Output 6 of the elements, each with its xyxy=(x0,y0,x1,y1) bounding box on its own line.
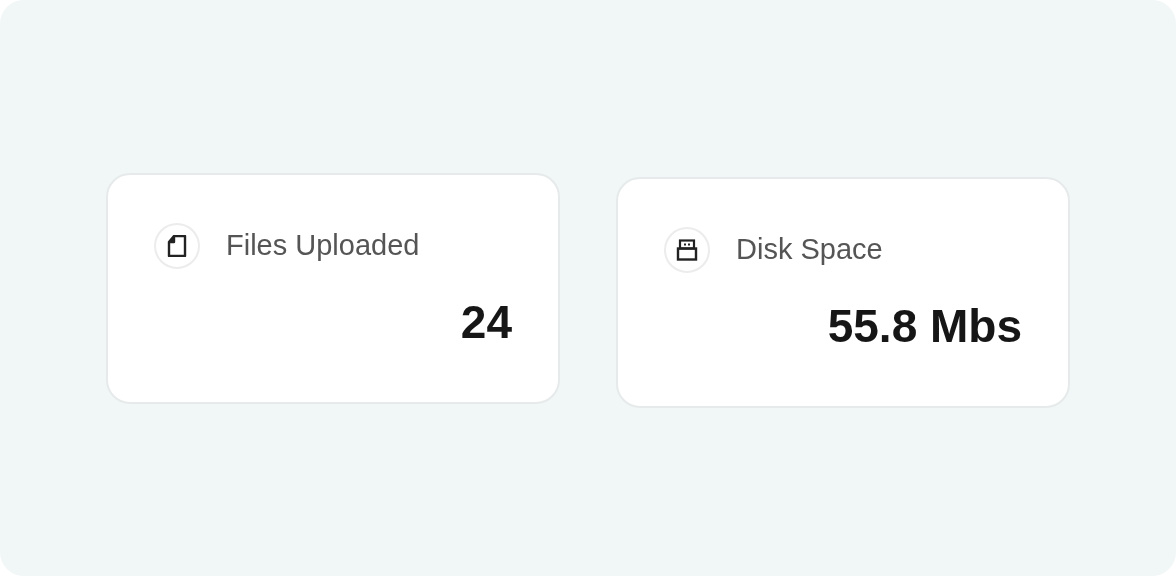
stat-value: 24 xyxy=(460,294,512,349)
stat-value: 55.8 Mbs xyxy=(827,298,1022,353)
usb-drive-icon xyxy=(676,238,698,261)
stat-label: Disk Space xyxy=(736,233,883,266)
file-icon xyxy=(167,234,187,257)
stat-label: Files Uploaded xyxy=(226,229,420,262)
